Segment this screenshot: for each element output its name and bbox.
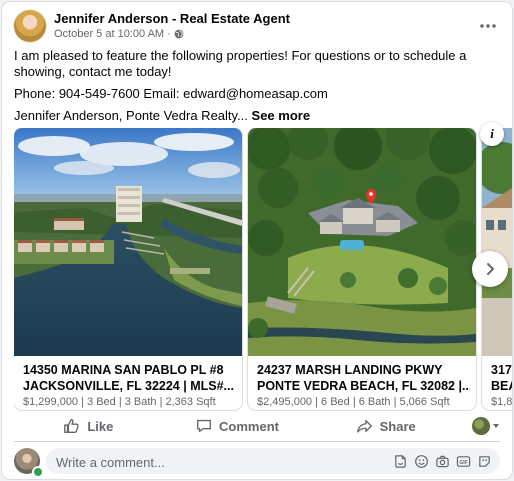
post-timestamp[interactable]: October 5 at 10:00 AM [54, 28, 164, 40]
sticker-icon[interactable] [392, 453, 408, 469]
listing-photo[interactable] [14, 128, 242, 356]
share-arrow-icon [356, 419, 372, 433]
comment-bubble-icon [197, 419, 212, 433]
listing-details: $1,89 [491, 396, 512, 408]
camera-icon[interactable] [434, 453, 450, 469]
globe-icon [174, 29, 184, 39]
like-button[interactable]: Like [14, 417, 163, 435]
comment-tools: GIF [392, 453, 492, 469]
carousel-next-button[interactable] [472, 251, 508, 287]
info-icon[interactable]: i [480, 122, 504, 146]
online-status-indicator [32, 466, 44, 478]
post-meta: October 5 at 10:00 AM · [54, 28, 184, 40]
listing-city[interactable]: PONTE VEDRA BEACH, FL 32082 |... [257, 378, 470, 394]
svg-text:GIF: GIF [459, 459, 468, 465]
listing-details: $2,495,000 | 6 Bed | 6 Bath | 5,066 Sqft [257, 396, 450, 408]
comment-composer: GIF [14, 448, 500, 478]
author-name[interactable]: Jennifer Anderson - Real Estate Agent [54, 11, 290, 26]
share-button[interactable]: Share [311, 417, 460, 435]
listing-card[interactable]: 14350 MARINA SAN PABLO PL #8 JACKSONVILL… [14, 128, 242, 410]
post-card: Jennifer Anderson - Real Estate Agent Oc… [2, 2, 512, 479]
listing-info: 317 I BEAC $1,89 [491, 362, 512, 408]
listing-details: $1,299,000 | 3 Bed | 3 Bath | 2,363 Sqft [23, 396, 216, 408]
share-label: Share [379, 418, 416, 434]
post-body: I am pleased to feature the following pr… [14, 48, 502, 130]
caret-down-icon [493, 424, 500, 428]
author-avatar[interactable] [14, 10, 46, 42]
comment-button[interactable]: Comment [163, 417, 312, 435]
post-signature-text: Jennifer Anderson, Ponte Vedra Realty... [14, 108, 248, 123]
profile-avatar [472, 417, 491, 435]
listing-address[interactable]: 24237 MARSH LANDING PKWY [257, 362, 470, 378]
profile-selector[interactable] [460, 417, 500, 435]
post-text-line: I am pleased to feature the following pr… [14, 48, 467, 79]
listing-card[interactable]: 24237 MARSH LANDING PKWY PONTE VEDRA BEA… [248, 128, 476, 410]
comment-label: Comment [219, 418, 279, 434]
post-actions: Like Comment Share [14, 412, 500, 440]
listing-photo[interactable] [248, 128, 476, 356]
listing-address[interactable]: 14350 MARINA SAN PABLO PL #8 [23, 362, 236, 378]
more-horizontal-icon [480, 24, 496, 28]
divider [14, 441, 500, 442]
listing-address[interactable]: 317 I [491, 362, 512, 378]
avatar-sticker-icon[interactable] [476, 453, 492, 469]
meta-separator: · [167, 28, 171, 40]
like-label: Like [87, 418, 114, 434]
more-options-button[interactable] [476, 14, 500, 38]
emoji-icon[interactable] [413, 453, 429, 469]
comment-box[interactable]: GIF [46, 448, 500, 476]
listing-info: 14350 MARINA SAN PABLO PL #8 JACKSONVILL… [23, 362, 236, 408]
post-signature: Jennifer Anderson, Ponte Vedra Realty...… [14, 108, 502, 124]
gif-icon[interactable]: GIF [455, 453, 471, 469]
listing-photo[interactable] [482, 128, 512, 356]
see-more-link[interactable]: See more [252, 108, 311, 123]
comment-input[interactable] [54, 448, 388, 476]
thumbs-up-icon [64, 419, 79, 433]
listing-city[interactable]: JACKSONVILLE, FL 32224 | MLS#... [23, 378, 236, 394]
listing-info: 24237 MARSH LANDING PKWY PONTE VEDRA BEA… [257, 362, 470, 408]
listing-carousel: 14350 MARINA SAN PABLO PL #8 JACKSONVILL… [14, 128, 512, 412]
post-header: Jennifer Anderson - Real Estate Agent Oc… [14, 10, 500, 42]
listing-city[interactable]: BEAC [491, 378, 512, 394]
post-contact: Phone: 904-549-7600 Email: edward@homeas… [14, 86, 328, 101]
chevron-right-icon [487, 263, 494, 275]
